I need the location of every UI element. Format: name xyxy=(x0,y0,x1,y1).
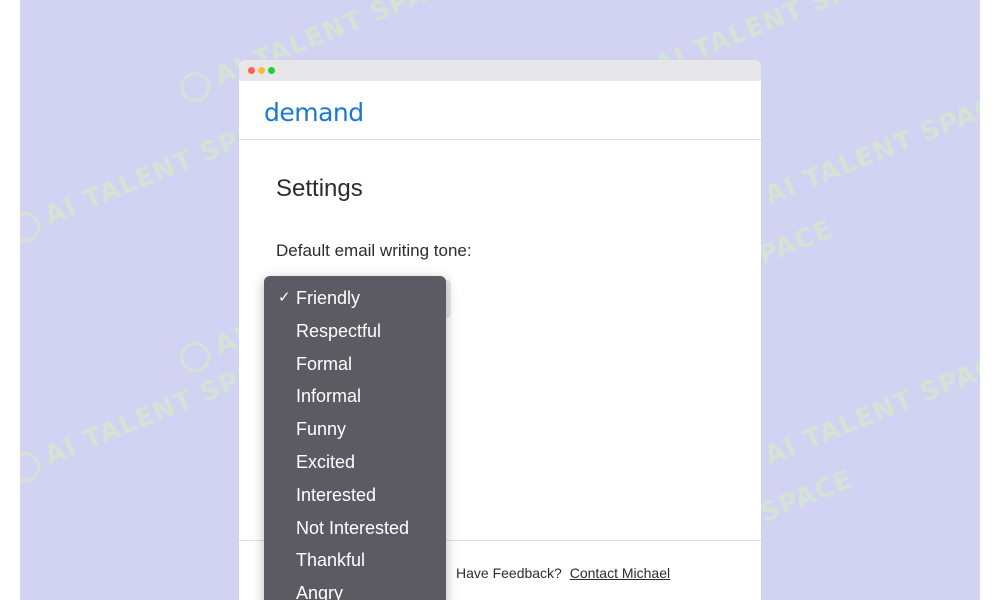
feedback-text: Have Feedback? xyxy=(456,565,562,581)
close-window-icon[interactable] xyxy=(248,67,255,74)
tone-option-respectful[interactable]: Respectful xyxy=(264,317,446,350)
feedback-line: Have Feedback? Contact Michael xyxy=(456,565,670,581)
page-title: Settings xyxy=(276,175,363,202)
tone-option-funny[interactable]: Funny xyxy=(264,415,446,448)
demand-logo: demand xyxy=(264,98,364,127)
checkmark-icon: ✓ xyxy=(278,289,291,306)
watermark: AI TALENT SPACE xyxy=(725,344,980,487)
zoom-window-icon[interactable] xyxy=(268,67,275,74)
minimize-window-icon[interactable] xyxy=(258,67,265,74)
tone-option-thankful[interactable]: Thankful xyxy=(264,546,446,579)
watermark: AI TALENT SPACE xyxy=(725,84,980,227)
tone-option-excited[interactable]: Excited xyxy=(264,448,446,481)
tone-label: Default email writing tone: xyxy=(276,241,472,260)
tone-option-friendly[interactable]: ✓ Friendly xyxy=(264,284,446,317)
tone-option-formal[interactable]: Formal xyxy=(264,350,446,383)
tone-option-angry[interactable]: Angry xyxy=(264,579,446,600)
contact-michael-link[interactable]: Contact Michael xyxy=(570,565,670,581)
tone-dropdown-menu: ✓ Friendly Respectful Formal Informal Fu… xyxy=(264,276,446,600)
tone-option-not-interested[interactable]: Not Interested xyxy=(264,514,446,547)
tone-option-interested[interactable]: Interested xyxy=(264,481,446,514)
window-titlebar xyxy=(239,60,761,81)
tone-option-informal[interactable]: Informal xyxy=(264,382,446,415)
app-header: demand xyxy=(239,81,761,140)
